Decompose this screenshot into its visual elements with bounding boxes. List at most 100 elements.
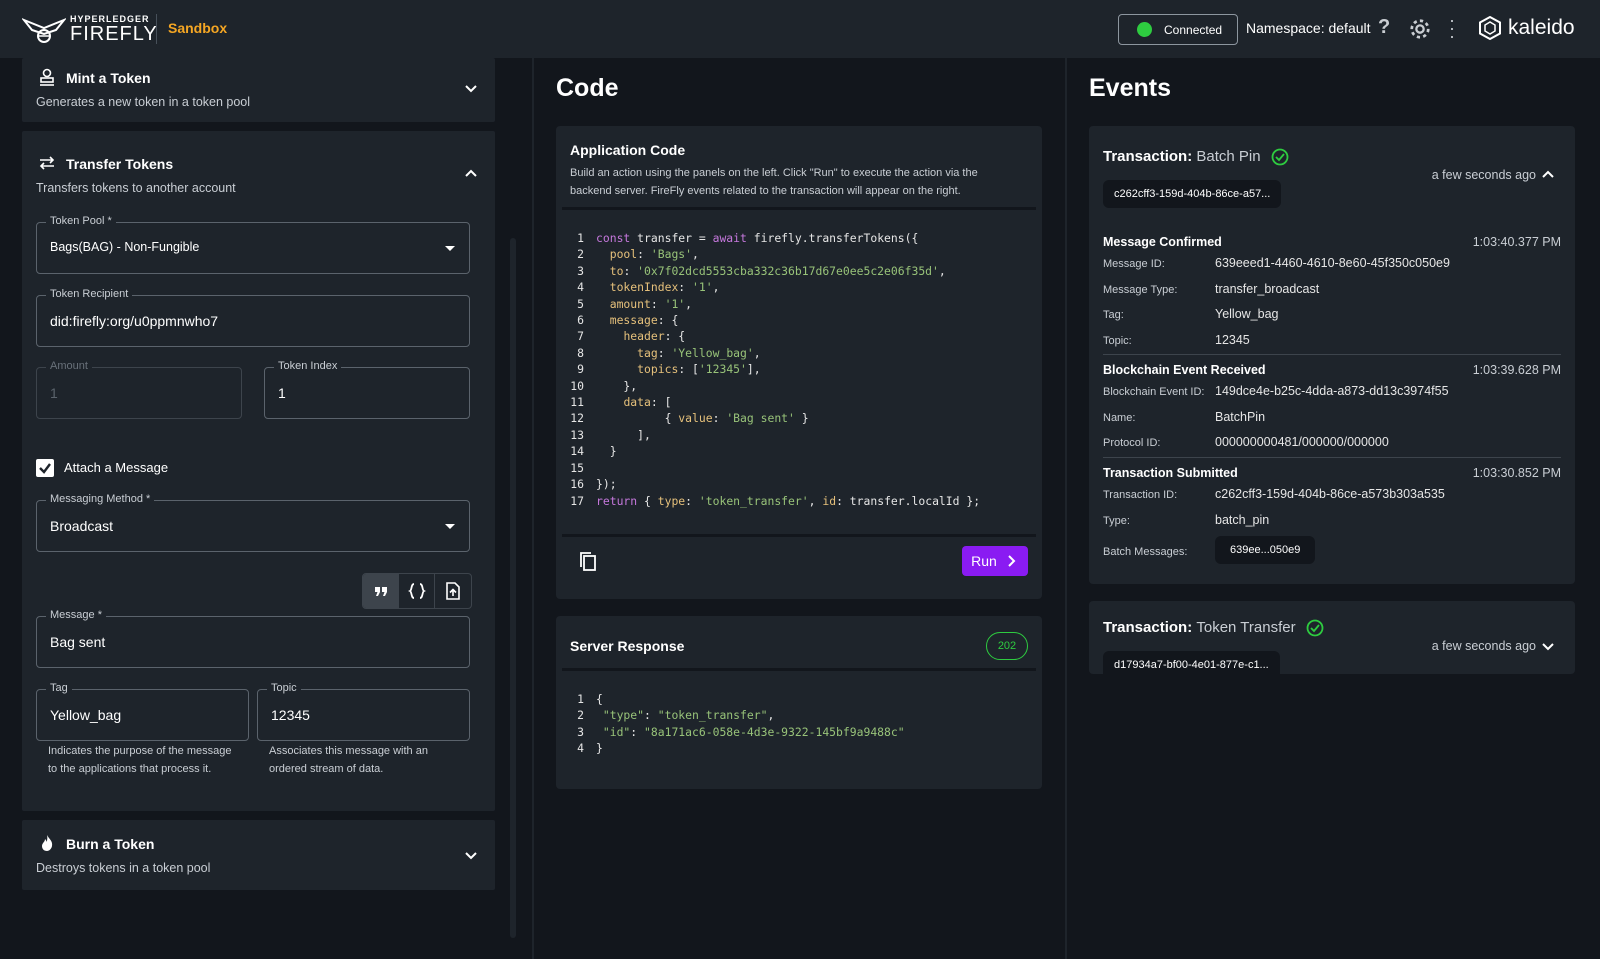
transaction-time-toggle[interactable]: a few seconds ago xyxy=(1432,639,1555,653)
code-heading: Code xyxy=(556,74,619,102)
check-circle-icon xyxy=(1271,148,1289,166)
message-input[interactable]: Message * Bag sent xyxy=(36,609,470,668)
attach-message-label[interactable]: Attach a Message xyxy=(64,460,168,475)
token-pool-label: Token Pool * xyxy=(46,215,116,227)
event-value: Yellow_bag xyxy=(1215,307,1279,321)
event-key: Protocol ID: xyxy=(1103,437,1161,449)
amount-label: Amount xyxy=(46,360,92,372)
event-key: Type: xyxy=(1103,515,1130,527)
topic-label: Topic xyxy=(267,682,301,694)
transaction-card-token-transfer[interactable]: Transaction: Token Transfer d17934a7-bf0… xyxy=(1089,601,1575,679)
copy-icon[interactable] xyxy=(578,551,598,573)
topic-value: 12345 xyxy=(271,707,310,723)
event-key: Message ID: xyxy=(1103,258,1165,270)
dropdown-caret-icon xyxy=(445,246,455,251)
token-index-label: Token Index xyxy=(274,360,342,372)
firefly-logo-icon xyxy=(22,18,66,43)
file-upload-button[interactable] xyxy=(435,574,471,608)
top-bar: HYPERLEDGER FIREFLY Sandbox Connected Na… xyxy=(0,0,1600,58)
application-code-desc-1: Build an action using the panels on the … xyxy=(570,167,978,179)
event-value: 639eeed1-4460-4610-8e60-45f350c050e9 xyxy=(1215,256,1450,270)
chevron-down-icon[interactable] xyxy=(463,80,479,96)
chevron-up-icon[interactable] xyxy=(463,166,479,182)
more-vert-icon[interactable]: · · · xyxy=(1449,11,1455,45)
logo-divider xyxy=(156,14,157,44)
messaging-method-label: Messaging Method * xyxy=(46,493,155,505)
tag-label: Tag xyxy=(46,682,72,694)
transaction-id-pill[interactable]: c262cff3-159d-404b-86ce-a57... xyxy=(1103,180,1282,208)
status-badge: 202 xyxy=(986,632,1028,660)
swap-arrows-icon xyxy=(39,156,55,170)
message-confirmed-title: Message Confirmed xyxy=(1103,235,1222,249)
event-key: Tag: xyxy=(1103,309,1124,321)
event-value: BatchPin xyxy=(1215,410,1266,424)
logo-big-text: FIREFLY xyxy=(70,22,158,45)
transaction-id-pill[interactable]: d17934a7-bf00-4e01-877e-c1... xyxy=(1103,651,1280,679)
chevron-right-icon xyxy=(1008,555,1016,567)
left-panel: Mint a Token Generates a new token in a … xyxy=(0,58,532,959)
mint-token-card[interactable]: Mint a Token Generates a new token in a … xyxy=(22,58,495,122)
transaction-type: Token Transfer xyxy=(1196,619,1296,636)
transfer-tokens-subtitle: Transfers tokens to another account xyxy=(36,181,236,195)
burn-token-card[interactable]: Burn a Token Destroys tokens in a token … xyxy=(22,820,495,890)
namespace-label[interactable]: Namespace: default xyxy=(1246,20,1371,36)
event-value: 000000000481/000000/000000 xyxy=(1215,435,1389,449)
connection-status[interactable]: Connected xyxy=(1118,14,1238,45)
chevron-down-icon[interactable] xyxy=(463,847,479,863)
event-key: Blockchain Event ID: xyxy=(1103,386,1205,398)
token-pool-select[interactable]: Token Pool * Bags(BAG) - Non-Fungible xyxy=(36,215,470,274)
token-recipient-input[interactable]: Token Recipient did:firefly:org/u0ppmnwh… xyxy=(36,288,470,347)
messaging-method-select[interactable]: Messaging Method * Broadcast xyxy=(36,493,470,552)
quote-icon xyxy=(374,587,387,596)
firefly-logo[interactable]: HYPERLEDGER FIREFLY xyxy=(22,14,158,44)
event-key: Batch Messages: xyxy=(1103,546,1188,558)
help-icon[interactable]: ? xyxy=(1378,16,1390,39)
message-format-toggle xyxy=(362,573,472,609)
mint-stamp-icon xyxy=(40,68,54,86)
sandbox-label: Sandbox xyxy=(168,20,228,36)
message-value: Bag sent xyxy=(50,634,106,650)
server-response-card: Server Response 202 1{ 2 "type": "token_… xyxy=(556,616,1042,789)
message-confirmed-time: 1:03:40.377 PM xyxy=(1472,235,1561,249)
gear-icon[interactable] xyxy=(1409,18,1431,40)
transaction-card-batch-pin[interactable]: Transaction: Batch Pin c262cff3-159d-404… xyxy=(1089,126,1575,584)
transaction-label: Transaction: xyxy=(1103,619,1193,636)
mint-token-subtitle: Generates a new token in a token pool xyxy=(36,95,251,109)
run-button[interactable]: Run xyxy=(962,546,1028,576)
event-key: Name: xyxy=(1103,412,1136,424)
batch-messages-pill[interactable]: 639ee...050e9 xyxy=(1215,536,1316,564)
token-index-value: 1 xyxy=(278,385,286,401)
flame-icon xyxy=(42,835,53,851)
token-index-input[interactable]: Token Index 1 xyxy=(264,360,470,419)
code-editor[interactable]: 1 const transfer = await firefly.transfer… xyxy=(562,230,980,509)
event-divider xyxy=(1103,457,1561,458)
events-panel: Events Transaction: Batch Pin c262cff3-1… xyxy=(1067,58,1600,959)
event-value: transfer_broadcast xyxy=(1215,282,1320,296)
run-button-label: Run xyxy=(971,553,997,569)
left-scrollbar[interactable] xyxy=(510,238,516,938)
checkmark-icon xyxy=(39,463,51,474)
string-format-button[interactable] xyxy=(363,574,399,608)
burn-token-subtitle: Destroys tokens in a token pool xyxy=(36,861,211,875)
kaleido-logo[interactable]: kaleido xyxy=(1478,16,1575,40)
transaction-submitted-title: Transaction Submitted xyxy=(1103,466,1238,480)
token-pool-value: Bags(BAG) - Non-Fungible xyxy=(50,240,200,254)
event-value: 149dce4e-b25c-4dda-a873-dd13c3974f55 xyxy=(1215,384,1449,398)
transaction-ago: a few seconds ago xyxy=(1431,168,1536,182)
kaleido-brand-text: kaleido xyxy=(1508,16,1575,39)
server-response-title: Server Response xyxy=(570,638,685,654)
topic-input[interactable]: Topic 12345 xyxy=(257,682,470,741)
mint-token-title: Mint a Token xyxy=(66,70,151,86)
application-code-title: Application Code xyxy=(570,142,686,158)
json-format-button[interactable] xyxy=(399,574,435,608)
transfer-tokens-title: Transfer Tokens xyxy=(66,156,174,172)
transaction-title: Transaction: Batch Pin xyxy=(1103,148,1289,166)
status-dot-icon xyxy=(1137,22,1152,37)
tag-input[interactable]: Tag Yellow_bag xyxy=(36,682,249,741)
events-heading: Events xyxy=(1089,74,1171,102)
amount-value: 1 xyxy=(50,385,58,401)
attach-message-checkbox[interactable] xyxy=(36,459,54,477)
kaleido-logo-icon xyxy=(1479,16,1501,40)
code-panel: Code Application Code Build an action us… xyxy=(534,58,1065,959)
transaction-time-toggle[interactable]: a few seconds ago xyxy=(1432,168,1555,182)
